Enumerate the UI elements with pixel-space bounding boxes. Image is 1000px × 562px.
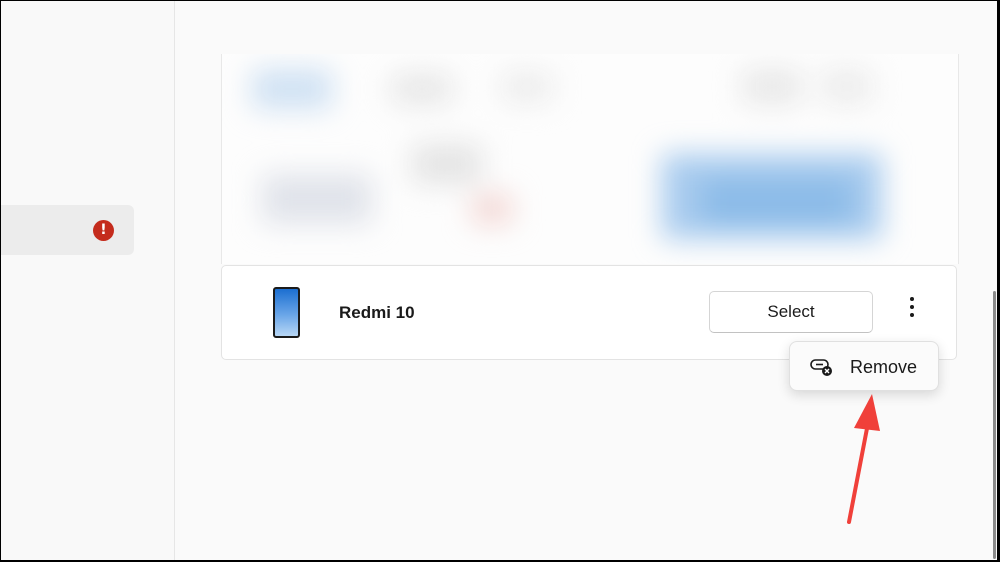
context-menu: Remove <box>789 341 939 391</box>
more-vertical-icon <box>910 297 914 301</box>
device-name: Redmi 10 <box>339 303 415 322</box>
remove-menu-item[interactable]: Remove <box>850 357 917 378</box>
alert-icon: ! <box>93 220 114 241</box>
sidebar: ! <box>1 1 175 560</box>
more-options-button[interactable] <box>898 294 926 330</box>
blurred-content <box>221 54 959 264</box>
app-window: ! Redmi 10 Select Remove <box>1 1 997 560</box>
phone-icon <box>273 287 300 338</box>
link-remove-icon <box>810 359 832 376</box>
sidebar-item-selected[interactable]: ! <box>1 205 134 255</box>
main-content: Redmi 10 Select Remove <box>175 1 997 560</box>
select-button[interactable]: Select <box>709 291 873 333</box>
scrollbar[interactable] <box>993 291 996 559</box>
